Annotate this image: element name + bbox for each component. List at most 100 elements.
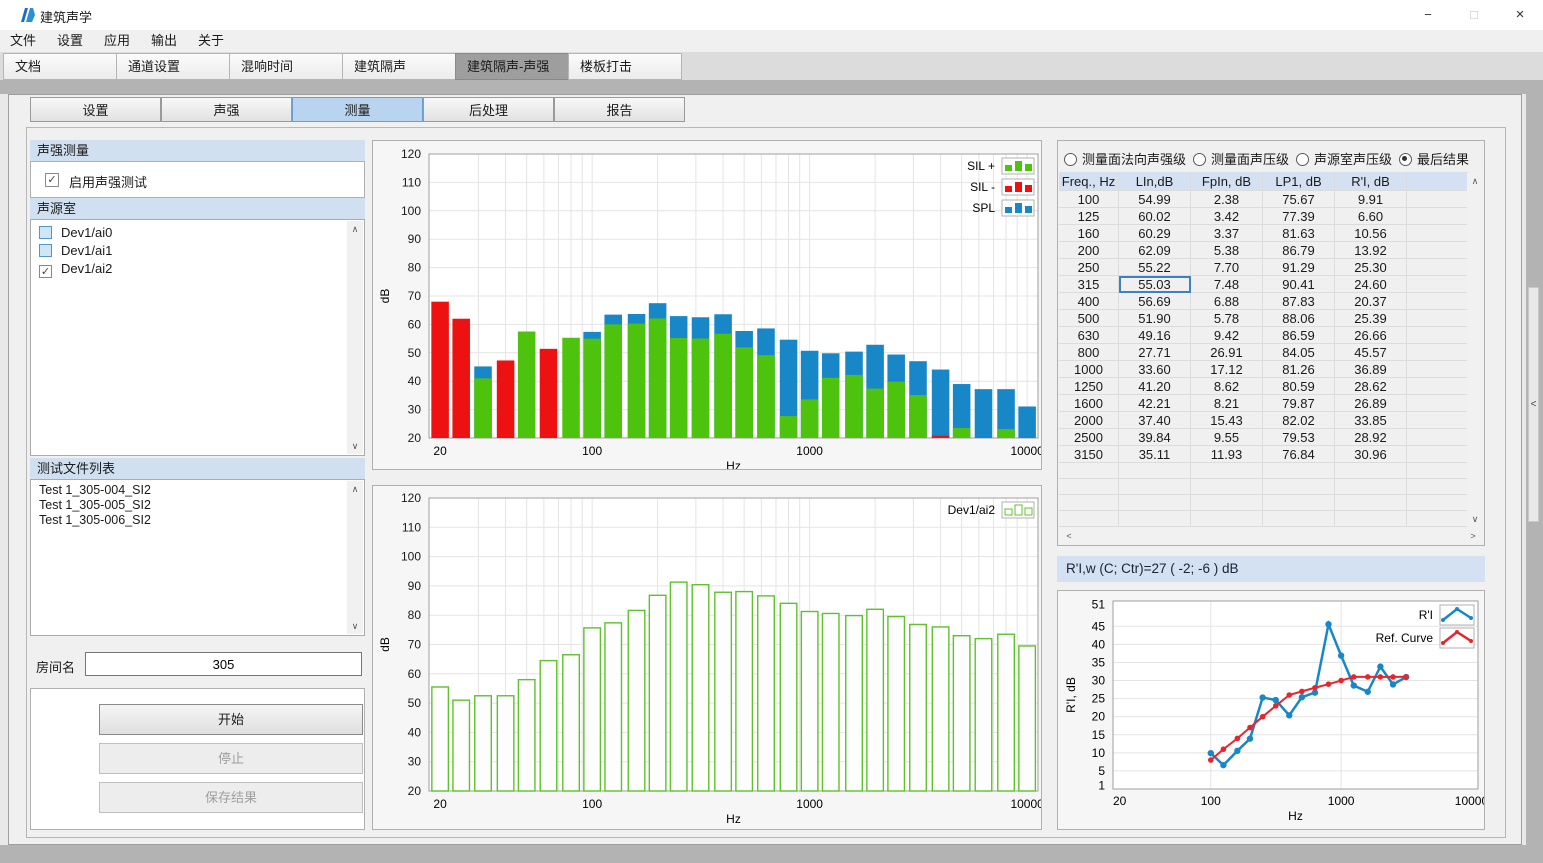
- scroll-up-icon[interactable]: ∧: [1467, 173, 1483, 189]
- table-cell[interactable]: 5.78: [1191, 310, 1263, 327]
- table-cell[interactable]: 200: [1059, 242, 1119, 259]
- table-cell[interactable]: [1059, 511, 1119, 527]
- table-cell[interactable]: [1263, 511, 1335, 527]
- scroll-down-icon[interactable]: ∨: [1467, 511, 1483, 527]
- table-header-cell[interactable]: [1407, 172, 1468, 191]
- close-button[interactable]: ×: [1497, 0, 1543, 30]
- table-cell[interactable]: 10.56: [1335, 225, 1407, 242]
- table-header-cell[interactable]: FpIn, dB: [1191, 172, 1263, 191]
- test-file-scrollbar[interactable]: ∧ ∨: [347, 481, 363, 634]
- table-cell[interactable]: 20.37: [1335, 293, 1407, 310]
- table-cell[interactable]: 11.93: [1191, 446, 1263, 463]
- table-cell[interactable]: 315: [1059, 276, 1119, 293]
- table-cell[interactable]: 13.92: [1335, 242, 1407, 259]
- table-cell[interactable]: [1407, 511, 1468, 527]
- table-cell[interactable]: 86.79: [1263, 242, 1335, 259]
- table-cell[interactable]: [1407, 259, 1468, 276]
- table-cell[interactable]: 26.89: [1335, 395, 1407, 412]
- scroll-up-icon[interactable]: ∧: [347, 481, 363, 497]
- table-cell[interactable]: [1407, 208, 1468, 225]
- table-hscrollbar[interactable]: < >: [1059, 528, 1483, 544]
- radio-option-2[interactable]: 声源室声压级: [1296, 152, 1392, 167]
- table-cell[interactable]: 86.59: [1263, 327, 1335, 344]
- table-cell[interactable]: 75.67: [1263, 191, 1335, 208]
- table-cell[interactable]: 1600: [1059, 395, 1119, 412]
- table-cell[interactable]: 37.40: [1119, 412, 1191, 429]
- table-cell[interactable]: [1059, 479, 1119, 495]
- radio-option-0[interactable]: 测量面法向声强级: [1064, 152, 1186, 167]
- table-cell[interactable]: [1407, 495, 1468, 511]
- table-cell[interactable]: 6.60: [1335, 208, 1407, 225]
- table-cell[interactable]: 80.59: [1263, 378, 1335, 395]
- table-cell[interactable]: [1407, 276, 1468, 293]
- table-cell[interactable]: 8.62: [1191, 378, 1263, 395]
- table-cell[interactable]: 35.11: [1119, 446, 1191, 463]
- table-cell[interactable]: 100: [1059, 191, 1119, 208]
- radio-option-3[interactable]: 最后结果: [1399, 152, 1469, 167]
- table-cell[interactable]: 30.96: [1335, 446, 1407, 463]
- table-cell[interactable]: [1407, 310, 1468, 327]
- table-cell[interactable]: 26.66: [1335, 327, 1407, 344]
- table-cell[interactable]: 55.03: [1119, 276, 1191, 293]
- test-file-item-2[interactable]: Test 1_305-006_SI2: [31, 513, 364, 528]
- table-cell[interactable]: 36.89: [1335, 361, 1407, 378]
- table-cell[interactable]: 77.39: [1263, 208, 1335, 225]
- room-name-input[interactable]: [85, 652, 362, 676]
- table-cell[interactable]: 45.57: [1335, 344, 1407, 361]
- table-cell[interactable]: 800: [1059, 344, 1119, 361]
- table-cell[interactable]: 60.02: [1119, 208, 1191, 225]
- table-cell[interactable]: [1119, 495, 1191, 511]
- table-cell[interactable]: 6.88: [1191, 293, 1263, 310]
- sub-tab-3[interactable]: 后处理: [423, 97, 554, 122]
- table-cell[interactable]: 3150: [1059, 446, 1119, 463]
- scroll-right-icon[interactable]: >: [1465, 528, 1481, 544]
- table-vscrollbar[interactable]: ∧ ∨: [1467, 173, 1483, 527]
- channel-checkbox[interactable]: [39, 226, 52, 239]
- table-cell[interactable]: [1407, 361, 1468, 378]
- table-cell[interactable]: 82.02: [1263, 412, 1335, 429]
- table-cell[interactable]: 500: [1059, 310, 1119, 327]
- table-cell[interactable]: 55.22: [1119, 259, 1191, 276]
- scroll-down-icon[interactable]: ∨: [347, 438, 363, 454]
- table-cell[interactable]: 7.70: [1191, 259, 1263, 276]
- table-cell[interactable]: [1059, 463, 1119, 479]
- table-cell[interactable]: [1119, 479, 1191, 495]
- table-cell[interactable]: 33.85: [1335, 412, 1407, 429]
- save-results-button[interactable]: 保存结果: [99, 782, 363, 813]
- table-cell[interactable]: 3.42: [1191, 208, 1263, 225]
- radio-unselected-icon[interactable]: [1296, 153, 1309, 166]
- table-cell[interactable]: [1119, 511, 1191, 527]
- table-header-cell[interactable]: LP1, dB: [1263, 172, 1335, 191]
- table-cell[interactable]: 81.63: [1263, 225, 1335, 242]
- table-cell[interactable]: [1191, 511, 1263, 527]
- table-cell[interactable]: 26.91: [1191, 344, 1263, 361]
- channel-checkbox[interactable]: ✓: [39, 265, 52, 278]
- table-cell[interactable]: 51.90: [1119, 310, 1191, 327]
- main-tab-1[interactable]: 通道设置: [116, 53, 230, 80]
- sub-tab-4[interactable]: 报告: [554, 97, 685, 122]
- table-cell[interactable]: 84.05: [1263, 344, 1335, 361]
- table-cell[interactable]: 2500: [1059, 429, 1119, 446]
- table-cell[interactable]: 17.12: [1191, 361, 1263, 378]
- table-cell[interactable]: 90.41: [1263, 276, 1335, 293]
- channel-checkbox[interactable]: [39, 244, 52, 257]
- radio-option-1[interactable]: 测量面声压级: [1193, 152, 1289, 167]
- table-cell[interactable]: 91.29: [1263, 259, 1335, 276]
- maximize-button[interactable]: □: [1451, 0, 1497, 30]
- table-cell[interactable]: [1407, 446, 1468, 463]
- table-cell[interactable]: 160: [1059, 225, 1119, 242]
- table-cell[interactable]: [1407, 429, 1468, 446]
- test-file-item-0[interactable]: Test 1_305-004_SI2: [31, 483, 364, 498]
- table-cell[interactable]: [1263, 463, 1335, 479]
- table-cell[interactable]: 60.29: [1119, 225, 1191, 242]
- table-cell[interactable]: [1407, 293, 1468, 310]
- table-cell[interactable]: 9.91: [1335, 191, 1407, 208]
- source-room-scrollbar[interactable]: ∧ ∨: [347, 221, 363, 454]
- menu-item-4[interactable]: 关于: [190, 32, 232, 50]
- table-cell[interactable]: [1335, 495, 1407, 511]
- table-cell[interactable]: 2.38: [1191, 191, 1263, 208]
- table-cell[interactable]: [1191, 479, 1263, 495]
- table-cell[interactable]: [1263, 479, 1335, 495]
- source-room-item-1[interactable]: Dev1/ai1: [31, 242, 364, 260]
- sub-tab-1[interactable]: 声强: [161, 97, 292, 122]
